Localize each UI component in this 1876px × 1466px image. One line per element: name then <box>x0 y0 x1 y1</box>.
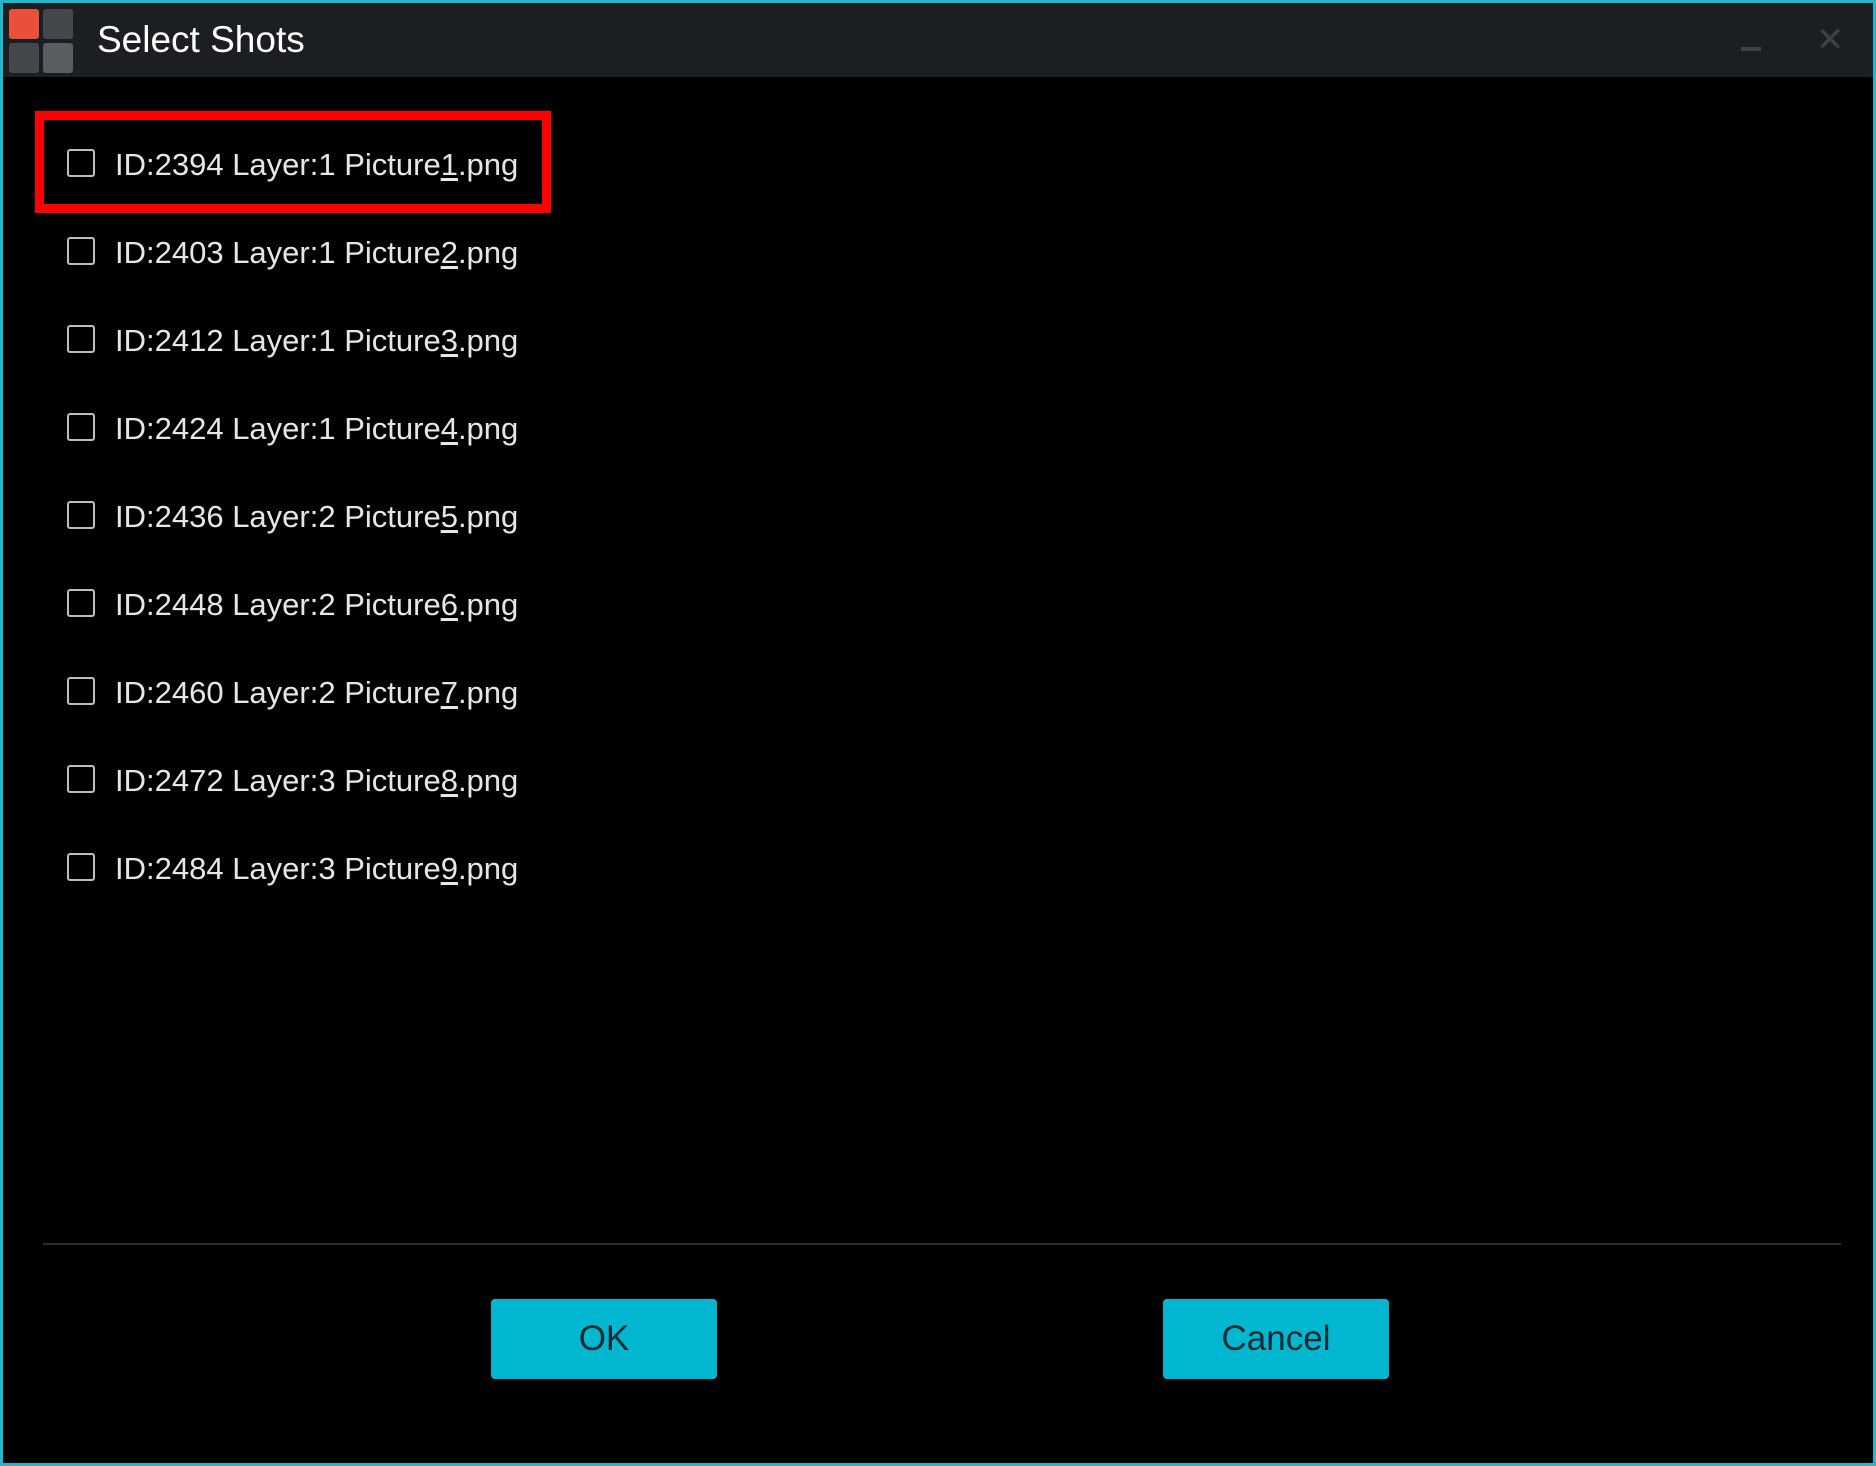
shot-label[interactable]: ID:2484 Layer:3 Picture9.png <box>115 843 518 895</box>
cancel-button[interactable]: Cancel <box>1163 1299 1389 1379</box>
shot-label-suffix: .png <box>457 235 519 270</box>
shot-label[interactable]: ID:2403 Layer:1 Picture2.png <box>115 227 518 279</box>
shot-label[interactable]: ID:2448 Layer:2 Picture6.png <box>115 579 518 631</box>
shot-label-mnemonic: 4 <box>440 411 458 446</box>
shot-label-suffix: .png <box>457 587 519 622</box>
shot-list-item[interactable]: ID:2460 Layer:2 Picture7.png <box>63 667 583 719</box>
footer-divider <box>43 1243 1841 1245</box>
highlight-annotation <box>35 111 551 213</box>
shot-checkbox[interactable] <box>67 677 95 705</box>
minimize-icon <box>1741 47 1761 51</box>
shot-label-prefix: ID:2436 Layer:2 Picture <box>115 499 441 534</box>
shot-label[interactable]: ID:2472 Layer:3 Picture8.png <box>115 755 518 807</box>
close-icon: ✕ <box>1815 21 1845 59</box>
shot-label-mnemonic: 8 <box>440 763 458 798</box>
shot-list-item[interactable]: ID:2448 Layer:2 Picture6.png <box>63 579 583 631</box>
shot-list-item[interactable]: ID:2484 Layer:3 Picture9.png <box>63 843 583 895</box>
shot-checkbox[interactable] <box>67 413 95 441</box>
shot-label-prefix: ID:2448 Layer:2 Picture <box>115 587 441 622</box>
shot-label-mnemonic: 5 <box>440 499 458 534</box>
shot-checkbox[interactable] <box>67 237 95 265</box>
window-title: Select Shots <box>97 19 305 60</box>
shot-label-prefix: ID:2460 Layer:2 Picture <box>115 675 441 710</box>
shot-label-suffix: .png <box>457 323 519 358</box>
shot-checkbox[interactable] <box>67 765 95 793</box>
shot-label-mnemonic: 3 <box>440 323 458 358</box>
shot-checkbox[interactable] <box>67 853 95 881</box>
shot-label[interactable]: ID:2436 Layer:2 Picture5.png <box>115 491 518 543</box>
shot-checkbox[interactable] <box>67 325 95 353</box>
shot-label-prefix: ID:2412 Layer:1 Picture <box>115 323 441 358</box>
shot-label-suffix: .png <box>457 499 519 534</box>
shot-label-suffix: .png <box>457 411 519 446</box>
shot-label[interactable]: ID:2424 Layer:1 Picture4.png <box>115 403 518 455</box>
shot-label-mnemonic: 6 <box>440 587 458 622</box>
close-button[interactable]: ✕ <box>1809 19 1851 61</box>
shot-label-mnemonic: 2 <box>440 235 458 270</box>
shot-label-suffix: .png <box>457 851 519 886</box>
shot-label-prefix: ID:2403 Layer:1 Picture <box>115 235 441 270</box>
shot-label-suffix: .png <box>457 763 519 798</box>
shot-label[interactable]: ID:2412 Layer:1 Picture3.png <box>115 315 518 367</box>
shot-label-prefix: ID:2472 Layer:3 Picture <box>115 763 441 798</box>
shot-label-mnemonic: 7 <box>440 675 458 710</box>
shot-label-prefix: ID:2484 Layer:3 Picture <box>115 851 441 886</box>
shot-list-item[interactable]: ID:2436 Layer:2 Picture5.png <box>63 491 583 543</box>
shot-list-item[interactable]: ID:2424 Layer:1 Picture4.png <box>63 403 583 455</box>
shot-label-suffix: .png <box>457 675 519 710</box>
shot-label[interactable]: ID:2460 Layer:2 Picture7.png <box>115 667 518 719</box>
minimize-button[interactable] <box>1731 21 1773 61</box>
shot-list-item[interactable]: ID:2472 Layer:3 Picture8.png <box>63 755 583 807</box>
shot-list-item[interactable]: ID:2403 Layer:1 Picture2.png <box>63 227 583 279</box>
shot-checkbox[interactable] <box>67 589 95 617</box>
shot-list-item[interactable]: ID:2412 Layer:1 Picture3.png <box>63 315 583 367</box>
shot-label-prefix: ID:2424 Layer:1 Picture <box>115 411 441 446</box>
shot-label-mnemonic: 9 <box>440 851 458 886</box>
ok-button[interactable]: OK <box>491 1299 717 1379</box>
title-bar[interactable]: Select Shots ✕ <box>3 3 1873 77</box>
shot-checkbox[interactable] <box>67 501 95 529</box>
select-shots-dialog: Select Shots ✕ ID:2394 Layer:1 Picture1.… <box>0 0 1876 1466</box>
app-logo-icon <box>7 7 75 75</box>
